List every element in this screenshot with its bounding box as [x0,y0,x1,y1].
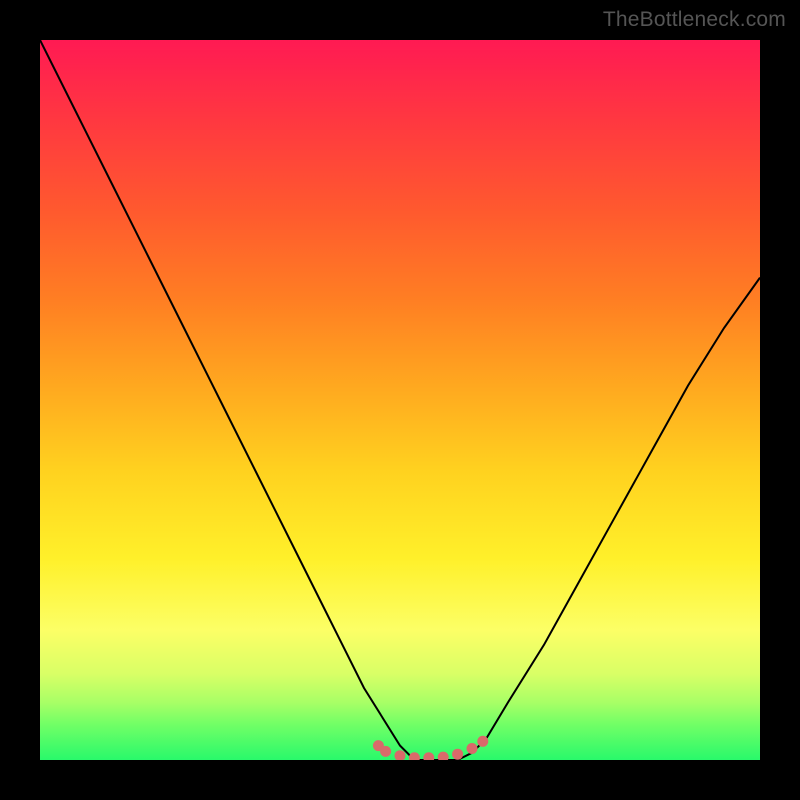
plot-area [40,40,760,760]
trough-markers [373,736,488,760]
trough-marker [395,750,406,760]
trough-marker [380,746,391,757]
bottleneck-curve [40,40,760,760]
chart-overlay [40,40,760,760]
curve-path [40,40,760,760]
brand-watermark: TheBottleneck.com [603,8,786,32]
trough-marker [409,752,420,760]
chart-container: TheBottleneck.com [0,0,800,800]
trough-marker [452,749,463,760]
trough-marker [477,736,488,747]
trough-marker [423,752,434,760]
trough-marker [438,752,449,760]
trough-marker [467,743,478,754]
